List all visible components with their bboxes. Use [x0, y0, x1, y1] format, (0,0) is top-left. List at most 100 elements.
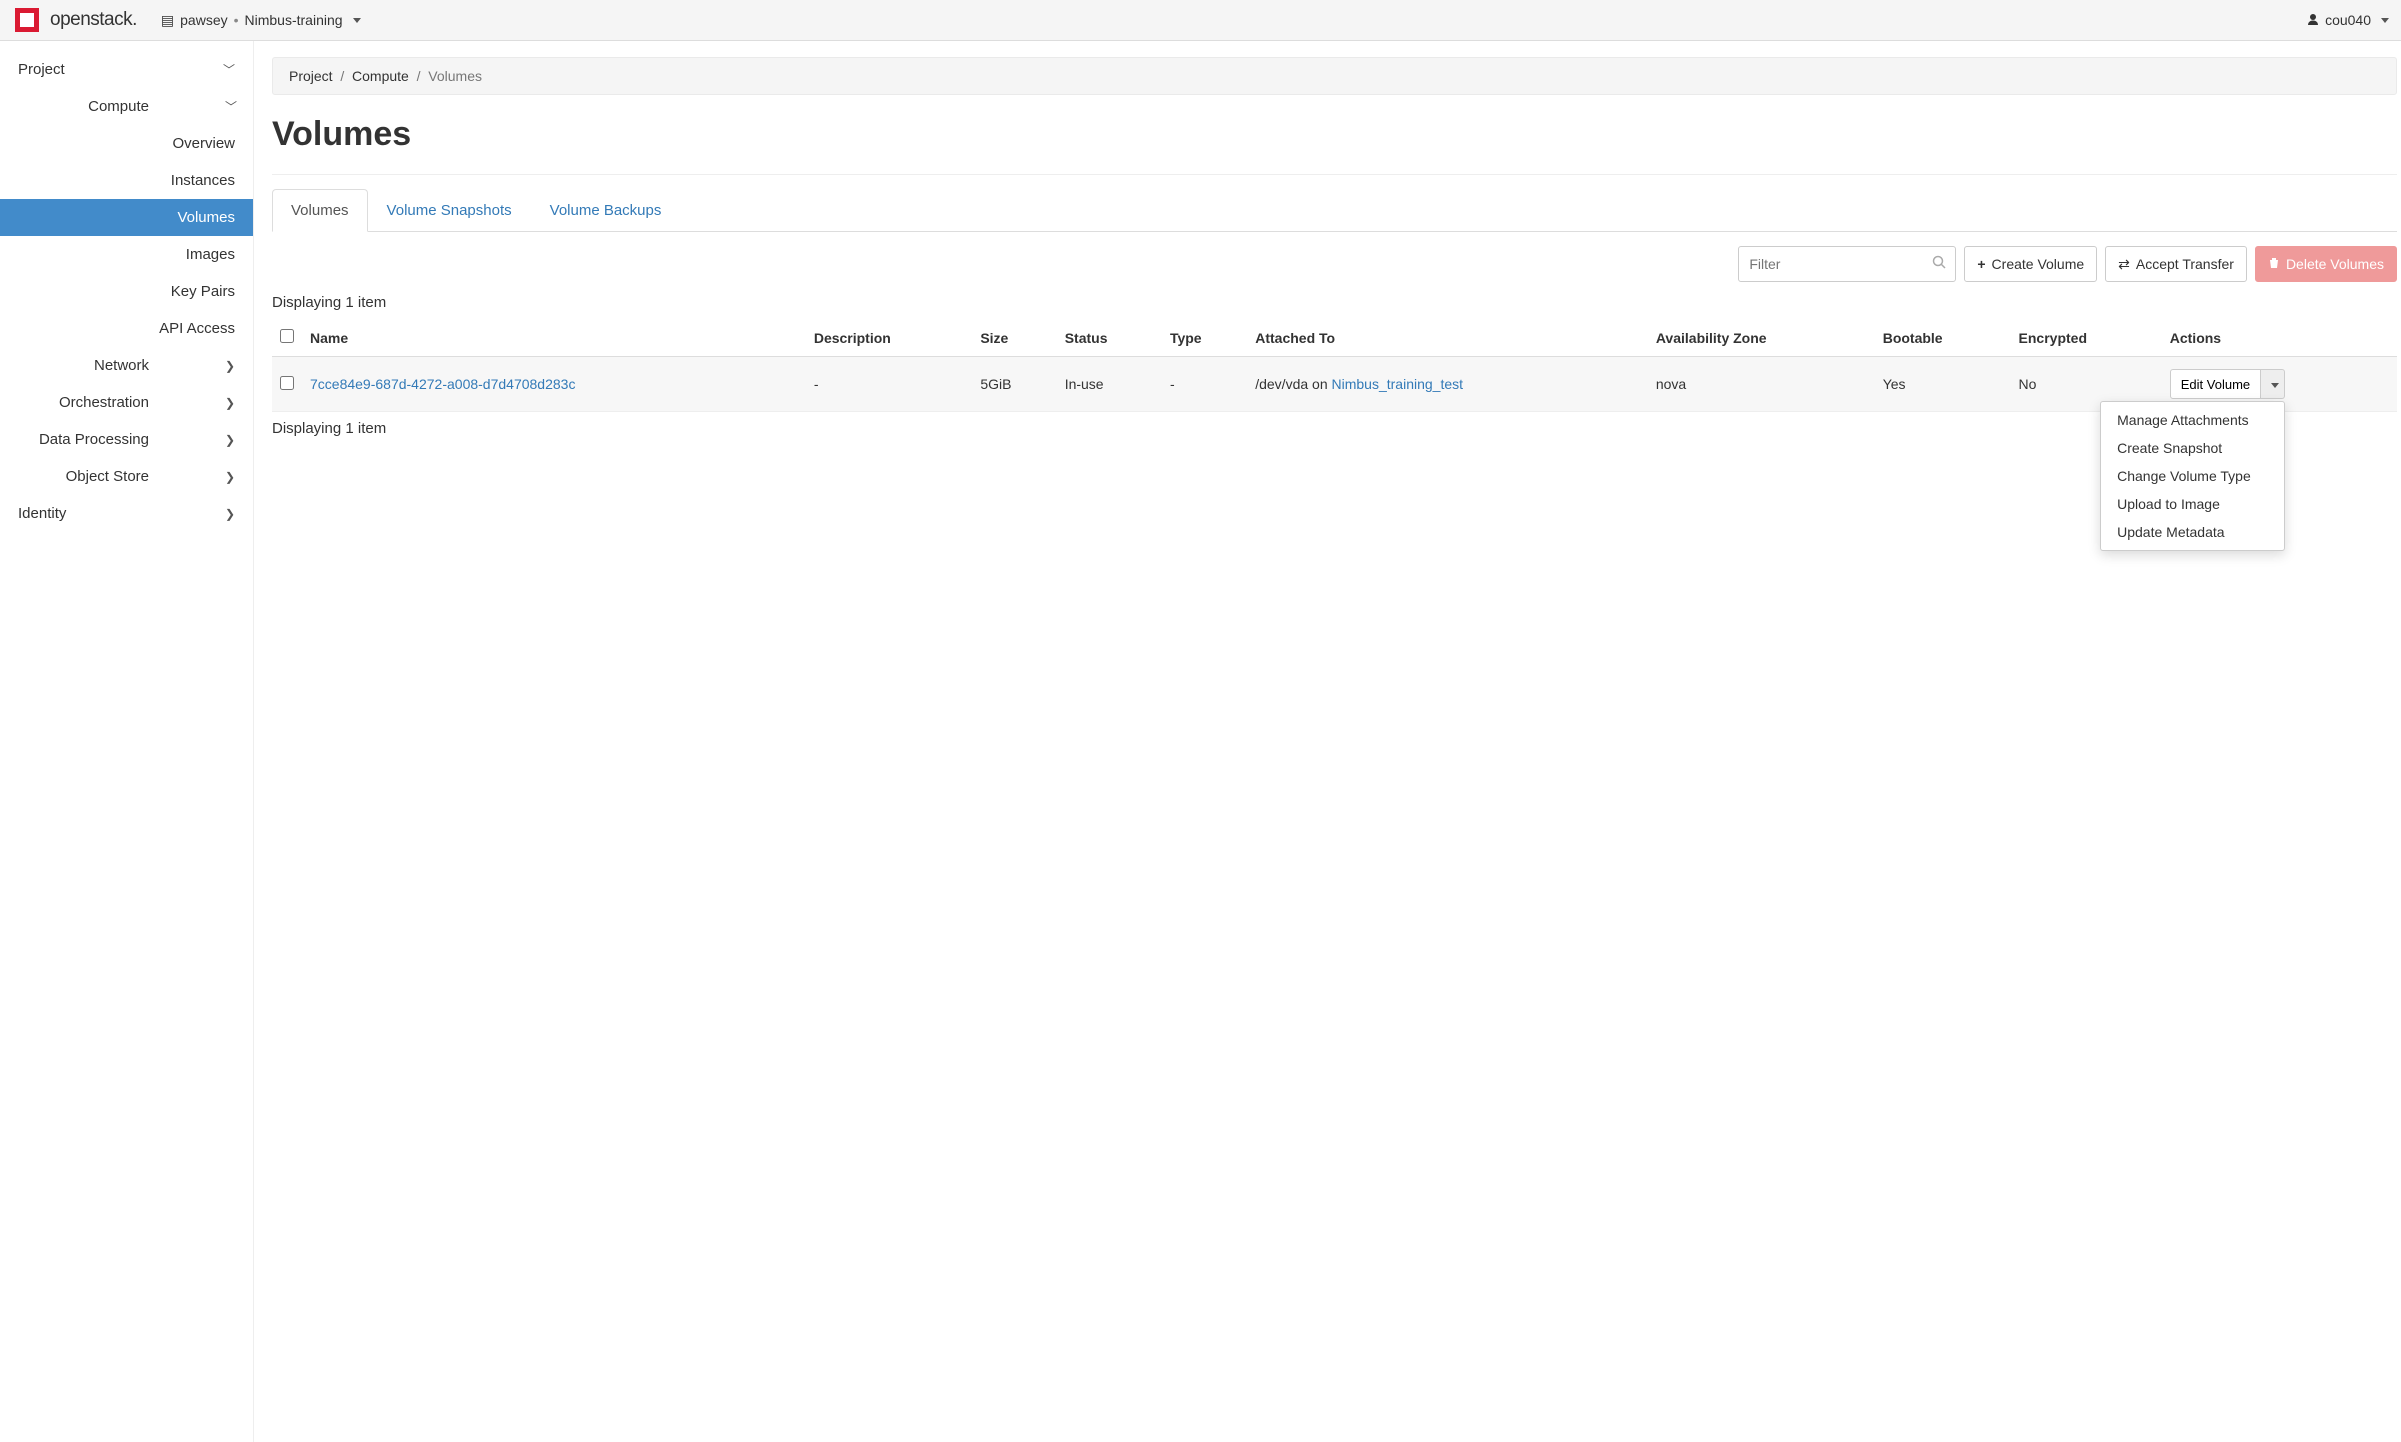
context-project: Nimbus-training: [245, 12, 343, 28]
delete-volumes-label: Delete Volumes: [2286, 256, 2384, 272]
search-icon[interactable]: [1932, 255, 1946, 272]
tabs: Volumes Volume Snapshots Volume Backups: [272, 189, 2397, 232]
display-count-bottom: Displaying 1 item: [272, 420, 2397, 437]
user-menu[interactable]: cou040: [2307, 12, 2389, 28]
page-title: Volumes: [272, 115, 2397, 154]
chevron-right-icon: ❯: [225, 507, 235, 521]
select-all-checkbox[interactable]: [280, 329, 294, 343]
nav-identity[interactable]: Identity ❯: [0, 495, 253, 532]
sidebar: Project ﹀ Compute ﹀ Overview Instances V…: [0, 41, 254, 1442]
menu-change-volume-type[interactable]: Change Volume Type: [2101, 462, 2284, 490]
create-volume-button[interactable]: + Create Volume: [1964, 246, 2097, 282]
nav-item-volumes[interactable]: Volumes: [0, 199, 253, 236]
th-description[interactable]: Description: [806, 319, 973, 357]
transfer-icon: ⇄: [2118, 256, 2130, 273]
cell-description: -: [806, 357, 973, 412]
actions-dropdown-menu: Manage Attachments Create Snapshot Chang…: [2100, 401, 2285, 551]
nav-item-instances[interactable]: Instances: [0, 162, 253, 199]
cell-size: 5GiB: [972, 357, 1056, 412]
menu-manage-attachments[interactable]: Manage Attachments: [2101, 406, 2284, 434]
trash-icon: [2268, 256, 2280, 272]
user-name: cou040: [2325, 12, 2371, 28]
nav-orchestration[interactable]: Orchestration ❯: [0, 384, 253, 421]
accept-transfer-button[interactable]: ⇄ Accept Transfer: [2105, 246, 2247, 282]
cell-az: nova: [1648, 357, 1875, 412]
nav-project-label: Project: [18, 61, 65, 78]
nav-compute-label: Compute: [10, 98, 189, 115]
plus-icon: +: [1977, 256, 1985, 272]
main-content: Project / Compute / Volumes Volumes Volu…: [254, 41, 2401, 1442]
th-az[interactable]: Availability Zone: [1648, 319, 1875, 357]
cell-status: In-use: [1057, 357, 1162, 412]
th-attached[interactable]: Attached To: [1247, 319, 1648, 357]
volume-name-link[interactable]: 7cce84e9-687d-4272-a008-d7d4708d283c: [310, 376, 575, 392]
nav-group-label: Object Store: [10, 468, 189, 485]
tab-volumes[interactable]: Volumes: [272, 189, 368, 232]
actions-dropdown-toggle[interactable]: [2261, 369, 2285, 399]
nav-group-label: Network: [10, 357, 189, 374]
row-checkbox[interactable]: [280, 376, 294, 390]
chevron-right-icon: ❯: [225, 433, 235, 447]
topbar: openstack. ▤ pawsey • Nimbus-training co…: [0, 0, 2401, 41]
th-status[interactable]: Status: [1057, 319, 1162, 357]
th-type[interactable]: Type: [1162, 319, 1247, 357]
chevron-right-icon: ❯: [225, 396, 235, 410]
caret-down-icon: [2267, 377, 2279, 392]
display-count-top: Displaying 1 item: [272, 294, 2397, 311]
nav-item-api-access[interactable]: API Access: [0, 310, 253, 347]
breadcrumb-current: Volumes: [428, 68, 482, 84]
accept-transfer-label: Accept Transfer: [2136, 256, 2234, 272]
divider: [272, 174, 2397, 175]
chevron-right-icon: ❯: [225, 470, 235, 484]
th-checkbox: [272, 319, 302, 357]
attached-instance-link[interactable]: Nimbus_training_test: [1332, 376, 1464, 392]
th-size[interactable]: Size: [972, 319, 1056, 357]
breadcrumb-project[interactable]: Project: [289, 68, 333, 84]
attached-prefix: /dev/vda on: [1255, 376, 1331, 392]
cell-attached: /dev/vda on Nimbus_training_test: [1247, 357, 1648, 412]
domain-icon: ▤: [161, 12, 174, 29]
separator-dot: •: [234, 12, 239, 28]
table-row: 7cce84e9-687d-4272-a008-d7d4708d283c - 5…: [272, 357, 2397, 412]
chevron-down-icon: ﹀: [225, 98, 235, 115]
user-icon: [2307, 12, 2319, 28]
brand[interactable]: openstack.: [12, 5, 137, 35]
th-actions: Actions: [2162, 319, 2397, 357]
breadcrumb-compute[interactable]: Compute: [352, 68, 409, 84]
openstack-logo-icon: [12, 5, 42, 35]
nav-item-overview[interactable]: Overview: [0, 125, 253, 162]
nav-network[interactable]: Network ❯: [0, 347, 253, 384]
tab-backups[interactable]: Volume Backups: [531, 189, 681, 232]
edit-volume-button[interactable]: Edit Volume: [2170, 369, 2261, 399]
filter-wrap: [1738, 246, 1956, 282]
chevron-right-icon: ❯: [225, 359, 235, 373]
breadcrumb: Project / Compute / Volumes: [272, 57, 2397, 95]
menu-upload-to-image[interactable]: Upload to Image: [2101, 490, 2284, 518]
th-name[interactable]: Name: [302, 319, 806, 357]
nav-item-key-pairs[interactable]: Key Pairs: [0, 273, 253, 310]
nav-group-label: Data Processing: [10, 431, 189, 448]
tab-snapshots[interactable]: Volume Snapshots: [368, 189, 531, 232]
brand-name: openstack.: [50, 9, 137, 31]
toolbar: + Create Volume ⇄ Accept Transfer Delete…: [272, 246, 2397, 282]
nav-item-images[interactable]: Images: [0, 236, 253, 273]
chevron-down-icon: ﹀: [223, 61, 235, 78]
nav-group-label: Orchestration: [10, 394, 189, 411]
nav-project[interactable]: Project ﹀: [0, 51, 253, 88]
volumes-table: Name Description Size Status Type Attach…: [272, 319, 2397, 412]
menu-create-snapshot[interactable]: Create Snapshot: [2101, 434, 2284, 462]
cell-type: -: [1162, 357, 1247, 412]
nav-identity-label: Identity: [18, 505, 66, 522]
project-selector[interactable]: ▤ pawsey • Nimbus-training: [161, 12, 361, 29]
filter-input[interactable]: [1738, 246, 1956, 282]
nav-compute[interactable]: Compute ﹀: [0, 88, 253, 125]
th-encrypted[interactable]: Encrypted: [2011, 319, 2162, 357]
context-domain: pawsey: [180, 12, 227, 28]
delete-volumes-button[interactable]: Delete Volumes: [2255, 246, 2397, 282]
nav-object-store[interactable]: Object Store ❯: [0, 458, 253, 495]
menu-update-metadata[interactable]: Update Metadata: [2101, 518, 2284, 546]
cell-bootable: Yes: [1875, 357, 2011, 412]
nav-data-processing[interactable]: Data Processing ❯: [0, 421, 253, 458]
cell-actions: Edit Volume Manage Attachments Create Sn…: [2162, 357, 2397, 412]
th-bootable[interactable]: Bootable: [1875, 319, 2011, 357]
